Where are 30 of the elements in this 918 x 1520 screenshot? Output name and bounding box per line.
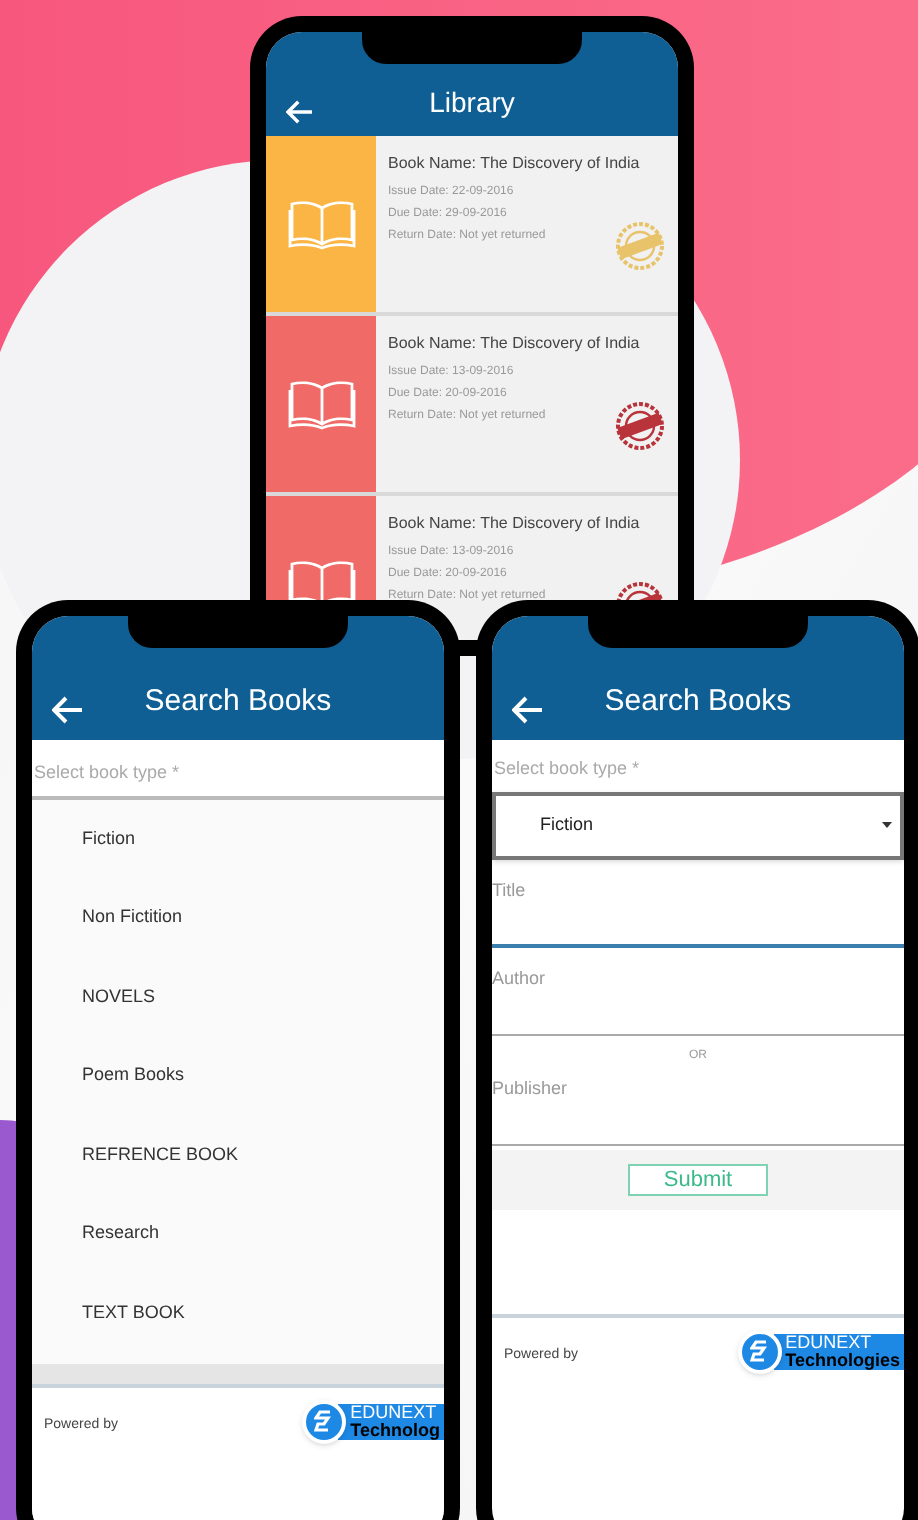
screen-title: Library [427, 84, 517, 122]
open-book-icon [287, 378, 355, 430]
text-input-field[interactable]: Author [492, 955, 904, 1035]
dropdown-caret-icon [882, 822, 892, 828]
dropdown-option[interactable]: Non Fictition [32, 878, 444, 957]
book-type-select[interactable]: Fiction [492, 791, 904, 859]
logo-text: EDUNEXT [785, 1333, 874, 1351]
logo-text: EDUNEXT [350, 1404, 439, 1422]
dropdown-option[interactable]: Poem Books [32, 1036, 444, 1115]
open-book-icon [287, 198, 355, 250]
back-arrow-icon[interactable] [512, 696, 544, 724]
back-arrow-icon[interactable] [52, 696, 84, 724]
text-input-field[interactable]: Title [492, 867, 904, 947]
logo-mark-icon [314, 1410, 335, 1434]
back-arrow-icon[interactable] [286, 100, 314, 124]
book-name: Book Name: The Discovery of India [388, 332, 642, 356]
logo-mark-icon [749, 1339, 770, 1363]
screen-title: Search Books [602, 681, 794, 721]
dropdown-option[interactable]: Research [32, 1194, 444, 1273]
book-name: Book Name: The Discovery of India [388, 152, 642, 176]
text-input-field[interactable]: Publisher [492, 1065, 904, 1145]
dropdown-option[interactable]: REFRENCE BOOK [32, 1115, 444, 1194]
select-label: Select book type * [492, 756, 642, 782]
dropdown-option[interactable]: Fiction [32, 799, 444, 878]
screen-title: Search Books [142, 681, 334, 721]
logo-subtext: Technologies [785, 1351, 900, 1369]
logo-subtext: Technolog [350, 1422, 440, 1440]
book-name: Book Name: The Discovery of India [388, 512, 642, 536]
dropdown-option[interactable]: TEXT BOOK [32, 1273, 444, 1352]
dropdown-option[interactable]: NOVELS [32, 957, 444, 1036]
